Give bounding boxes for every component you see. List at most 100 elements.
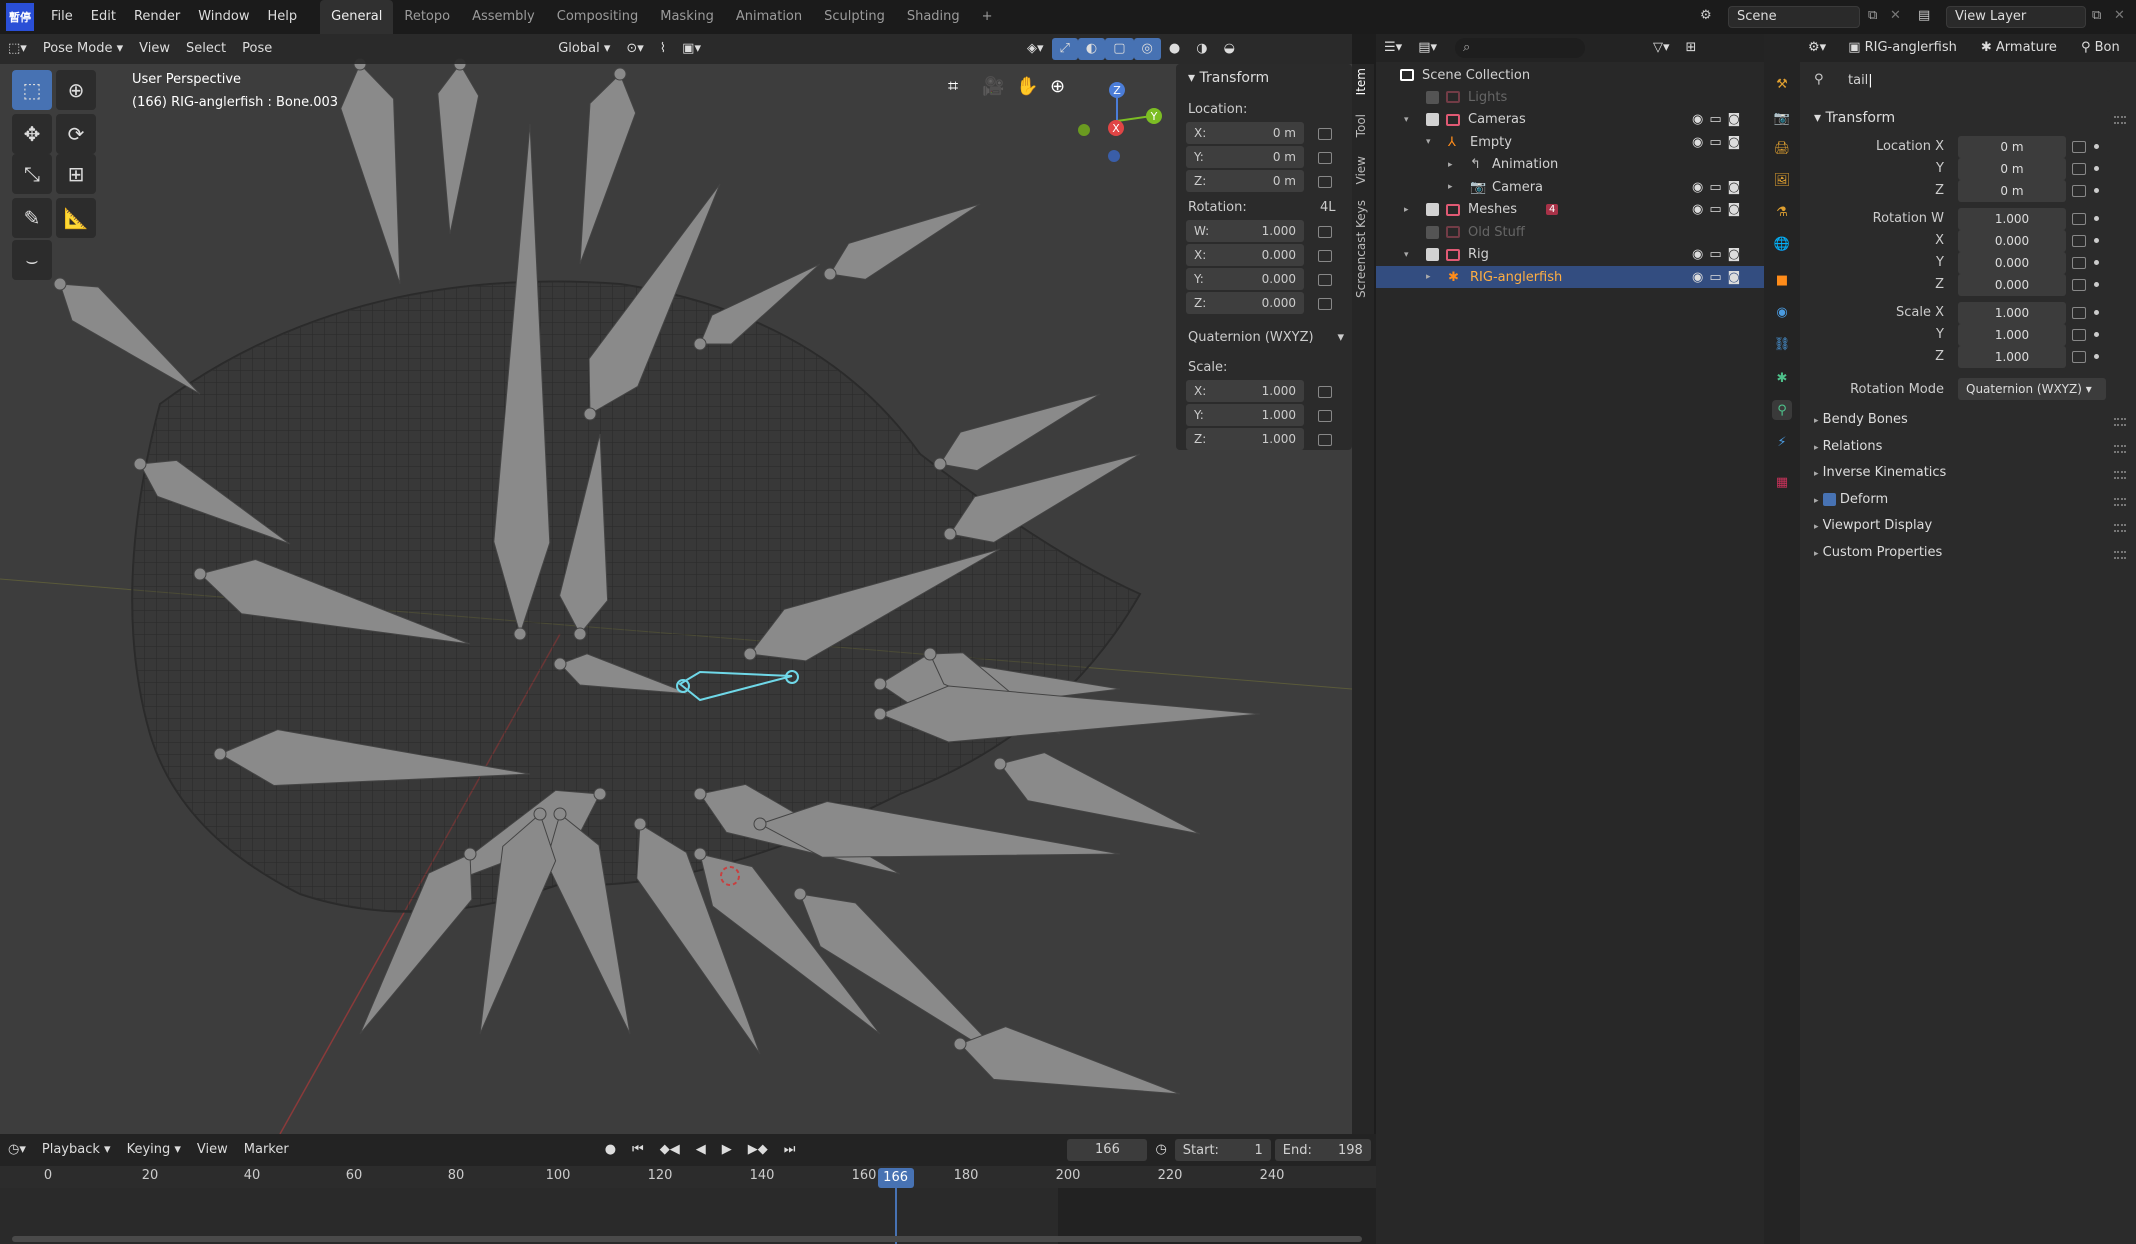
- bone-joint[interactable]: [693, 847, 707, 861]
- panel-header[interactable]: ▸ Relations: [1814, 439, 1882, 454]
- lock-icon[interactable]: [2072, 235, 2086, 247]
- viewport-display-icon[interactable]: ▭: [1709, 270, 1721, 285]
- bone-name-input[interactable]: tail|: [1840, 70, 2110, 92]
- viewport-display-icon[interactable]: ▭: [1709, 202, 1721, 217]
- menu-keying[interactable]: Keying ▾: [119, 1139, 189, 1161]
- tab-item[interactable]: Item: [1354, 68, 1368, 95]
- lock-icon[interactable]: [2072, 141, 2086, 153]
- keyframe-dot-icon[interactable]: [2094, 260, 2099, 265]
- prev-keyframe-icon[interactable]: ◆◀: [652, 1139, 688, 1161]
- display-mode-icon[interactable]: ▤▾: [1410, 37, 1445, 59]
- view-layer-close-icon[interactable]: ✕: [2114, 8, 2125, 23]
- menu-marker[interactable]: Marker: [236, 1139, 297, 1161]
- lock-icon[interactable]: [1318, 298, 1332, 310]
- play-icon[interactable]: ▶: [714, 1139, 740, 1161]
- armature-data-icon[interactable]: ✱: [1772, 368, 1792, 388]
- bone-joint[interactable]: [593, 787, 607, 801]
- bone-constraints-icon[interactable]: ⚡: [1772, 432, 1792, 452]
- zoom-icon[interactable]: ⊕: [1050, 76, 1065, 97]
- outliner-search-input[interactable]: ⌕: [1455, 38, 1585, 58]
- tab-assembly[interactable]: Assembly: [461, 0, 546, 34]
- keyframe-dot-icon[interactable]: [2094, 216, 2099, 221]
- tab-general[interactable]: General: [320, 0, 394, 34]
- property-field[interactable]: 1.000: [1958, 208, 2066, 230]
- collection-checkbox[interactable]: [1426, 113, 1439, 126]
- timeline-ruler[interactable]: 0 20 40 60 80 100 120 140 160 180 200 220 240: [0, 1166, 1376, 1188]
- blender-logo-icon[interactable]: 暫停: [6, 3, 34, 31]
- eye-icon[interactable]: ◉: [1692, 270, 1703, 285]
- keyframe-dot-icon[interactable]: [2094, 332, 2099, 337]
- transform-panel-header[interactable]: ▾ Transform: [1814, 110, 1895, 126]
- transform-tool-icon[interactable]: ⊞: [56, 154, 96, 194]
- bone[interactable]: [939, 393, 1101, 472]
- eye-icon[interactable]: ◉: [1692, 135, 1703, 150]
- eye-icon[interactable]: ◉: [1692, 247, 1703, 262]
- record-icon[interactable]: ●: [597, 1139, 624, 1161]
- physics-props-icon[interactable]: ◉: [1772, 302, 1792, 322]
- property-field[interactable]: 1.000: [1958, 324, 2066, 346]
- add-workspace-button[interactable]: +: [971, 0, 1004, 34]
- gizmo-neg-y-icon[interactable]: [1078, 124, 1090, 136]
- object-props-icon[interactable]: ■: [1772, 270, 1792, 290]
- bone[interactable]: [829, 203, 981, 280]
- menu-playback[interactable]: Playback ▾: [34, 1139, 119, 1161]
- panel-grip-icon[interactable]: [2114, 116, 2126, 124]
- viewport-display-icon[interactable]: ▭: [1709, 135, 1721, 150]
- viewport-display-icon[interactable]: ▭: [1709, 247, 1721, 262]
- bone-joint[interactable]: [873, 707, 887, 721]
- tab-tool[interactable]: Tool: [1354, 114, 1368, 137]
- deform-checkbox[interactable]: [1822, 492, 1836, 506]
- outliner-row[interactable]: ▸ ↰ Animation: [1376, 154, 1764, 176]
- bone-joint[interactable]: [583, 407, 597, 421]
- measure-tool-icon[interactable]: 📐: [56, 198, 96, 238]
- lock-icon[interactable]: [1318, 250, 1332, 262]
- bone[interactable]: [999, 752, 1201, 835]
- tab-animation[interactable]: Animation: [725, 0, 813, 34]
- panel-header[interactable]: ▸ Custom Properties: [1814, 545, 1942, 560]
- eye-icon[interactable]: ◉: [1692, 112, 1703, 127]
- expand-arrow-icon[interactable]: ▾: [1404, 250, 1409, 260]
- camera-view-icon[interactable]: 🎥: [982, 76, 1004, 97]
- collection-checkbox[interactable]: [1426, 203, 1439, 216]
- lock-icon[interactable]: [2072, 307, 2086, 319]
- outliner-row[interactable]: ▾ Cameras ◉ ▭ ◙: [1376, 109, 1764, 131]
- panel-grip-icon[interactable]: [2114, 497, 2126, 506]
- tool-props-icon[interactable]: ⚒: [1772, 74, 1792, 94]
- panel-header[interactable]: ▸ Deform: [1814, 492, 1888, 507]
- view-layer-selector[interactable]: View Layer: [1946, 6, 2086, 28]
- outliner-row[interactable]: ▸ 📷 Camera ◉ ▭ ◙: [1376, 176, 1764, 198]
- keyframe-dot-icon[interactable]: [2094, 354, 2099, 359]
- gizmo-toggle-icon[interactable]: ⤢: [1051, 38, 1078, 60]
- lock-icon[interactable]: [2072, 351, 2086, 363]
- bone-joint[interactable]: [923, 647, 937, 661]
- world-props-icon[interactable]: 🌐: [1772, 234, 1792, 254]
- property-field[interactable]: 0.000: [1958, 252, 2066, 274]
- expand-arrow-icon[interactable]: ▸: [1426, 272, 1431, 282]
- start-frame-field[interactable]: Start: 1: [1174, 1139, 1271, 1161]
- end-frame-field[interactable]: End: 198: [1274, 1139, 1371, 1161]
- rotation-mode-dropdown[interactable]: Quaternion (WXYZ) ▾: [1958, 378, 2106, 400]
- panel-header[interactable]: ▸ Bendy Bones: [1814, 412, 1908, 427]
- bone-joint[interactable]: [513, 627, 527, 641]
- jump-end-icon[interactable]: ⏭: [776, 1139, 804, 1161]
- preview-range-icon[interactable]: ◷: [1147, 1139, 1174, 1161]
- scene-copy-icon[interactable]: ⧉: [1868, 8, 1877, 23]
- output-props-icon[interactable]: 🖨: [1772, 138, 1792, 158]
- bone-joint[interactable]: [553, 807, 567, 821]
- tab-retopo[interactable]: Retopo: [393, 0, 461, 34]
- annotate-tool-icon[interactable]: ✎: [12, 198, 52, 238]
- render-camera-icon[interactable]: ◙: [1728, 112, 1741, 127]
- outliner-row[interactable]: ▸ ✱ RIG-anglerfish ◉ ▭ ◙: [1376, 266, 1764, 288]
- current-frame-field[interactable]: 166: [1067, 1139, 1148, 1161]
- pivot-icon[interactable]: ⊙▾: [618, 38, 651, 60]
- bone-joint[interactable]: [793, 887, 807, 901]
- panel-grip-icon[interactable]: [2114, 418, 2126, 426]
- outliner-row[interactable]: Lights: [1376, 86, 1764, 108]
- panel-header[interactable]: ▸ Viewport Display: [1814, 518, 1932, 533]
- outliner-root[interactable]: Scene Collection: [1376, 64, 1764, 86]
- play-reverse-icon[interactable]: ◀: [688, 1139, 714, 1161]
- keyframe-dot-icon[interactable]: [2094, 144, 2099, 149]
- bone[interactable]: [579, 73, 637, 265]
- scale-x-field[interactable]: X: 1.000: [1186, 380, 1304, 402]
- collection-checkbox[interactable]: [1426, 225, 1439, 239]
